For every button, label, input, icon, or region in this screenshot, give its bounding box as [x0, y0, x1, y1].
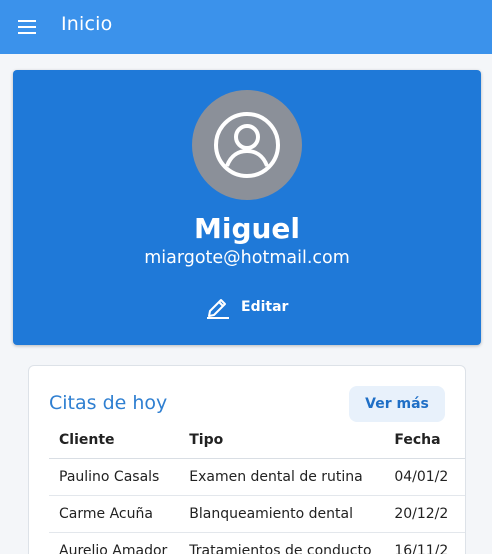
avatar — [192, 90, 302, 200]
pencil-icon — [207, 299, 229, 319]
appointments-card: Citas de hoy Ver más Cliente Tipo Fecha … — [28, 365, 466, 554]
appointments-title: Citas de hoy — [49, 392, 168, 414]
cell-date: 16/11/2 — [384, 532, 465, 554]
cell-type: Blanqueamiento dental — [179, 495, 385, 533]
menu-button[interactable] — [0, 0, 54, 54]
cell-client: Carme Acuña — [49, 495, 180, 533]
user-circle-icon — [214, 112, 280, 178]
cell-type: Tratamientos de conducto — [179, 532, 385, 554]
table-row[interactable]: Carme Acuña Blanqueamiento dental 20/12/… — [49, 495, 465, 533]
edit-profile-button[interactable]: Editar — [199, 292, 295, 322]
app-bar: Inicio — [0, 0, 492, 54]
appointments-table: Cliente Tipo Fecha Paulino Casals Examen… — [49, 422, 465, 554]
cell-client: Aurelio Amador — [49, 532, 180, 554]
column-header-client: Cliente — [49, 422, 180, 459]
cell-client: Paulino Casals — [49, 458, 180, 496]
table-header-row: Cliente Tipo Fecha — [49, 422, 465, 459]
page-title: Inicio — [61, 13, 113, 35]
cell-date: 20/12/2 — [384, 495, 465, 533]
profile-card: Miguel miargote@hotmail.com Editar — [13, 70, 481, 345]
table-row[interactable]: Paulino Casals Examen dental de rutina 0… — [49, 458, 465, 496]
column-header-type: Tipo — [179, 422, 385, 459]
column-header-date: Fecha — [384, 422, 465, 459]
cell-date: 04/01/2 — [384, 458, 465, 496]
table-row[interactable]: Aurelio Amador Tratamientos de conducto … — [49, 532, 465, 554]
edit-label: Editar — [241, 299, 289, 315]
cell-type: Examen dental de rutina — [179, 458, 385, 496]
see-more-button[interactable]: Ver más — [349, 386, 445, 422]
profile-email: miargote@hotmail.com — [144, 248, 350, 268]
hamburger-menu-icon — [18, 20, 36, 34]
profile-name: Miguel — [193, 212, 301, 245]
